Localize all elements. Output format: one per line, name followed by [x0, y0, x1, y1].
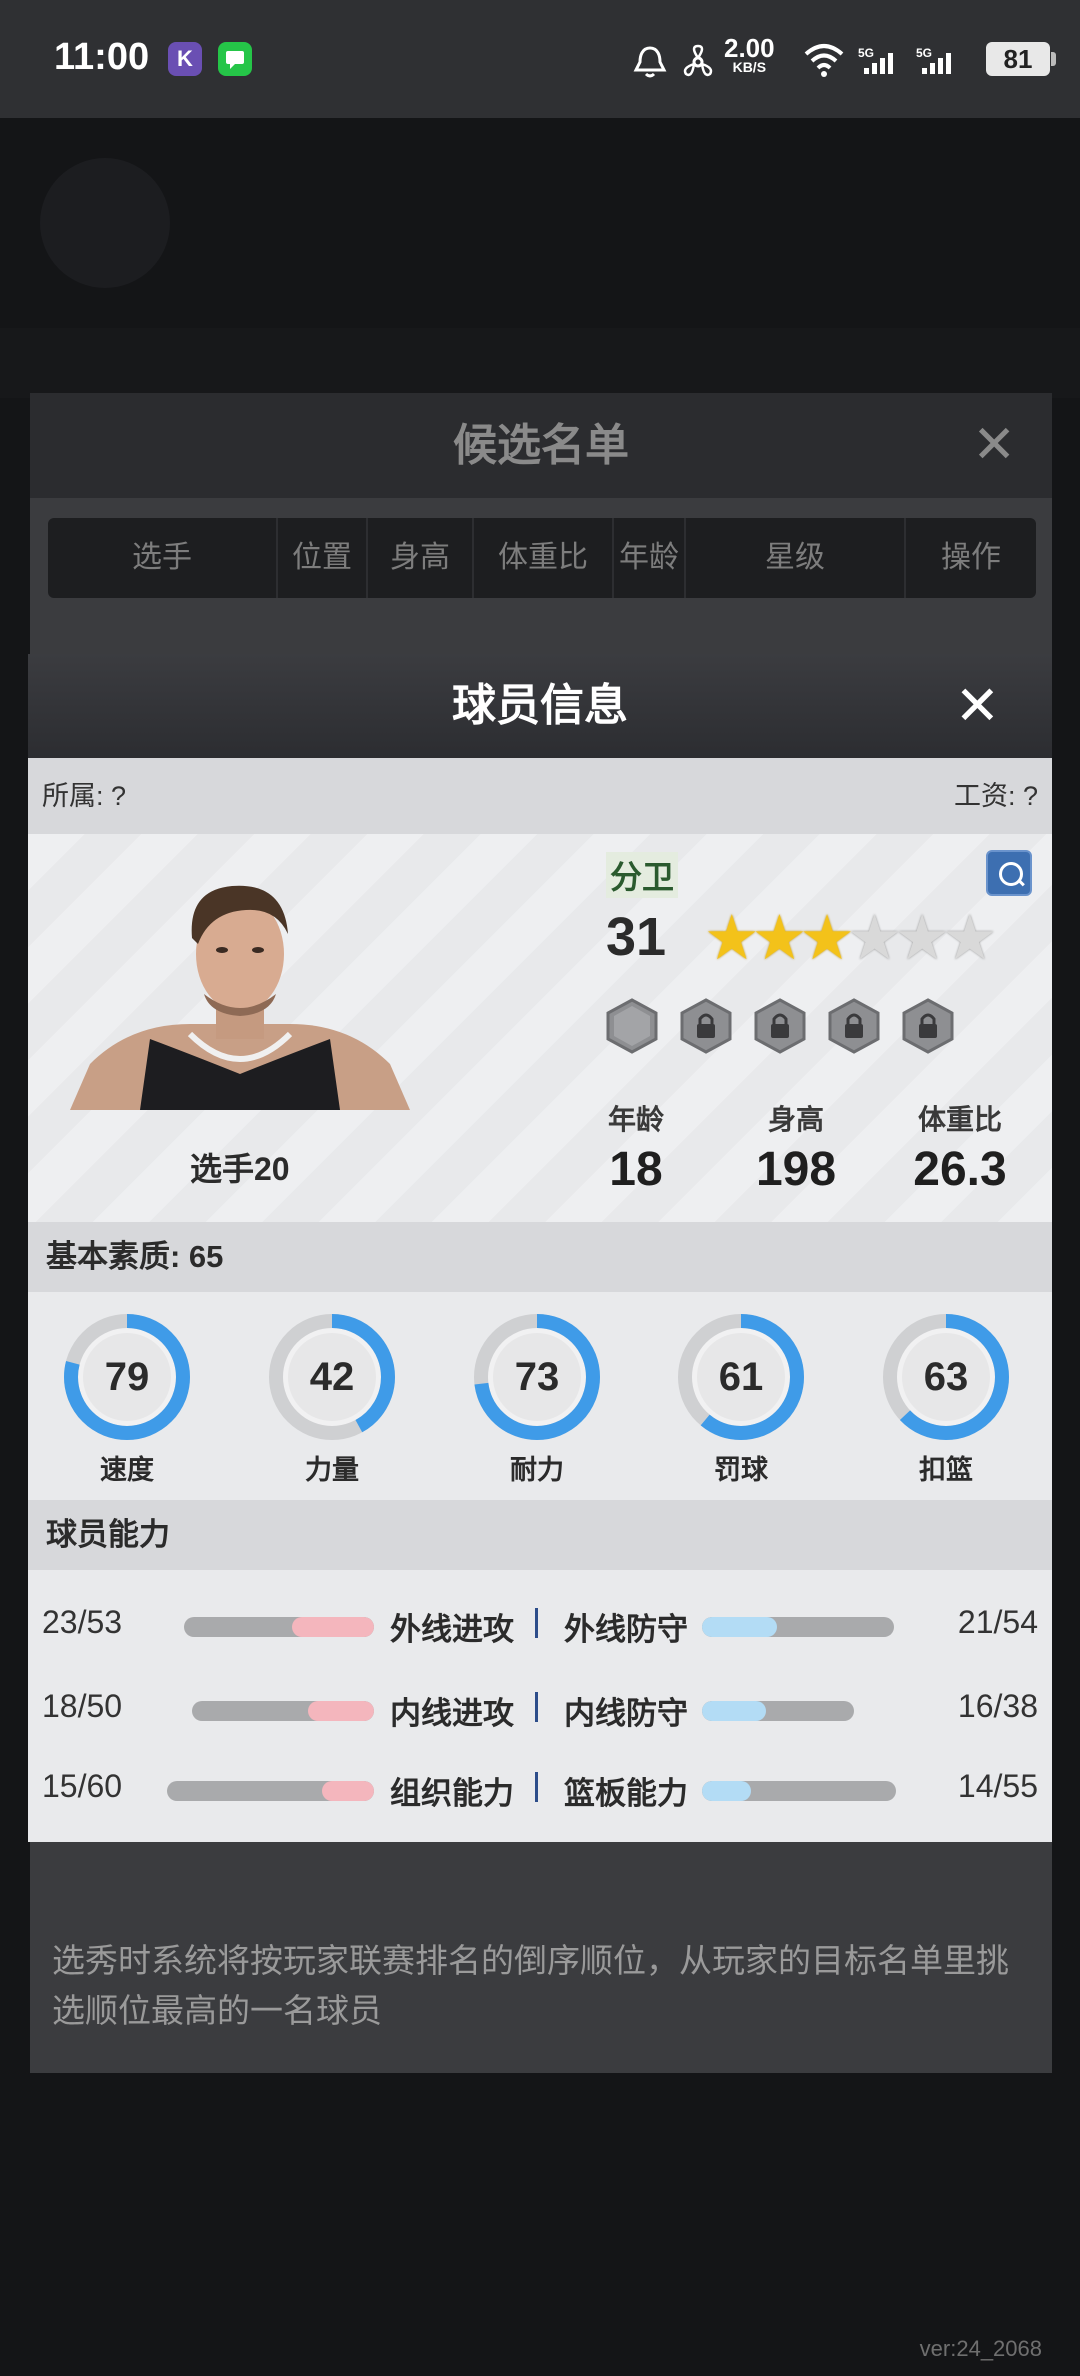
draft-hint-text: 选秀时系统将按玩家联赛排名的倒序顺位，从玩家的目标名单里挑选顺位最高的一名球员	[52, 1942, 1009, 2029]
attribute-value: 42	[309, 1355, 355, 1399]
position-tag: 分卫	[606, 852, 679, 898]
player-name: 选手20	[190, 1151, 290, 1187]
attribute-value: 61	[718, 1355, 764, 1399]
ability-divider	[535, 1692, 538, 1722]
modal-title: 球员信息	[452, 681, 628, 730]
player-avatar[interactable]	[70, 874, 410, 1110]
attribute-label: 扣篮	[919, 1455, 973, 1485]
attribute-ring: 63 扣篮	[881, 1312, 1011, 1487]
panel-title: 候选名单	[30, 393, 1052, 498]
locked-badge-icon[interactable]	[680, 998, 732, 1054]
playmaking-value: 15/60	[42, 1768, 123, 1804]
rebounding-value: 14/55	[957, 1768, 1038, 1804]
ability-row: 18/50 内线进攻 内线防守 16/38	[28, 1678, 1052, 1738]
col-stars[interactable]: 星级	[686, 518, 906, 598]
age-stat: 年龄 18	[607, 1104, 664, 1196]
bmi-stat: 体重比 26.3	[913, 1104, 1007, 1196]
panel-close-button[interactable]: ✕	[972, 393, 1016, 498]
wifi-icon	[804, 44, 844, 77]
locked-badge-icon[interactable]	[754, 998, 806, 1054]
basic-quality-title: 基本素质: 65	[28, 1222, 1052, 1292]
inside-offense-value: 18/50	[42, 1688, 123, 1724]
message-app-icon	[218, 42, 252, 76]
col-age[interactable]: 年龄	[614, 518, 686, 598]
attribute-ring: 42 力量	[267, 1312, 397, 1487]
close-button[interactable]: ✕	[955, 654, 1000, 758]
attribute-label: 速度	[100, 1455, 154, 1485]
rebounding-bar	[702, 1781, 896, 1801]
attribute-value: 73	[514, 1355, 560, 1399]
ability-row: 15/60 组织能力 篮板能力 14/55	[28, 1758, 1052, 1818]
col-player[interactable]: 选手	[48, 518, 278, 598]
modal-header: 球员信息 ✕	[28, 654, 1052, 758]
col-action: 操作	[941, 541, 1001, 574]
star-filled-icon: ★	[799, 904, 855, 973]
ability-divider	[535, 1772, 538, 1802]
attribute-value: 79	[104, 1355, 150, 1399]
status-bar: 11:00 K 2.00 KB/S 5G 5G 81	[0, 0, 1080, 118]
signal-5g-icon-1: 5G	[858, 46, 902, 76]
ability-title: 球员能力	[28, 1500, 1052, 1570]
locked-badge-icon[interactable]	[902, 998, 954, 1054]
signal-5g-icon-2: 5G	[916, 46, 960, 76]
attribute-ring: 61 罚球	[676, 1312, 806, 1487]
inside-offense-label: 内线进攻	[390, 1696, 514, 1731]
affiliation-row: 所属: ? 工资: ?	[28, 758, 1052, 834]
player-rating: 31	[606, 907, 667, 967]
salary-text: 工资: ?	[953, 781, 1038, 811]
search-button[interactable]	[986, 850, 1032, 896]
ability-rows: 23/53 外线进攻 外线防守 21/54 18/50 内线进攻 内线防守 16…	[28, 1572, 1052, 1842]
player-profile: 选手20 分卫 31 ★★★★★★ 年龄 18 身高 198 体重比 26.3	[28, 834, 1052, 1222]
height-stat: 身高 198	[755, 1104, 837, 1196]
attribute-value: 63	[923, 1355, 969, 1399]
outside-defense-value: 21/54	[957, 1604, 1038, 1640]
playmaking-bar	[167, 1781, 374, 1801]
inside-offense-bar	[192, 1701, 374, 1721]
star-filled-icon: ★	[751, 904, 808, 973]
inside-defense-label: 内线防守	[564, 1696, 688, 1731]
rebounding-label: 篮板能力	[564, 1776, 688, 1811]
status-time: 11:00	[54, 36, 150, 78]
star-rating: ★★★★★★	[704, 908, 997, 970]
k-app-icon: K	[168, 42, 202, 76]
outside-offense-label: 外线进攻	[390, 1612, 514, 1647]
badge-hexagon-icon[interactable]	[606, 998, 658, 1054]
version-label: ver:24_2068	[919, 2336, 1042, 2361]
player-info-modal: 球员信息 ✕ 所属: ? 工资: ? 选手20 分卫 31 ★★★★★★ 年龄 …	[28, 654, 1052, 1842]
outside-offense-value: 23/53	[42, 1604, 123, 1640]
outside-defense-bar	[702, 1617, 894, 1637]
outside-offense-bar	[184, 1617, 374, 1637]
star-filled-icon: ★	[704, 904, 760, 973]
attribute-label: 耐力	[510, 1455, 564, 1485]
attribute-ring: 73 耐力	[472, 1312, 602, 1487]
inside-defense-value: 16/38	[957, 1688, 1038, 1724]
star-empty-icon: ★	[894, 904, 950, 973]
outside-defense-label: 外线防守	[564, 1612, 688, 1647]
col-height[interactable]: 身高	[368, 518, 474, 598]
col-bmi[interactable]: 体重比	[474, 518, 614, 598]
attribute-label: 罚球	[714, 1455, 768, 1485]
star-empty-icon: ★	[941, 904, 998, 973]
ability-row: 23/53 外线进攻 外线防守 21/54	[28, 1594, 1052, 1654]
alarm-icon	[633, 46, 667, 78]
attribute-label: 力量	[305, 1455, 359, 1485]
playmaking-label: 组织能力	[390, 1776, 514, 1811]
attribute-ring: 79 速度	[62, 1312, 192, 1487]
ability-divider	[535, 1608, 538, 1638]
battery-indicator: 81	[986, 42, 1056, 76]
star-empty-icon: ★	[846, 904, 903, 973]
status-icons: 2.00 KB/S 5G 5G 81	[630, 30, 1056, 90]
col-position[interactable]: 位置	[278, 518, 368, 598]
candidate-table-header: 选手 位置 身高 体重比 年龄 星级 操作	[48, 518, 1036, 598]
inside-defense-bar	[702, 1701, 854, 1721]
fan-icon	[683, 44, 713, 77]
affiliation-text: 所属: ?	[42, 781, 127, 811]
network-speed: 2.00 KB/S	[724, 33, 775, 75]
locked-badge-icon[interactable]	[828, 998, 880, 1054]
skill-badges	[606, 998, 976, 1054]
